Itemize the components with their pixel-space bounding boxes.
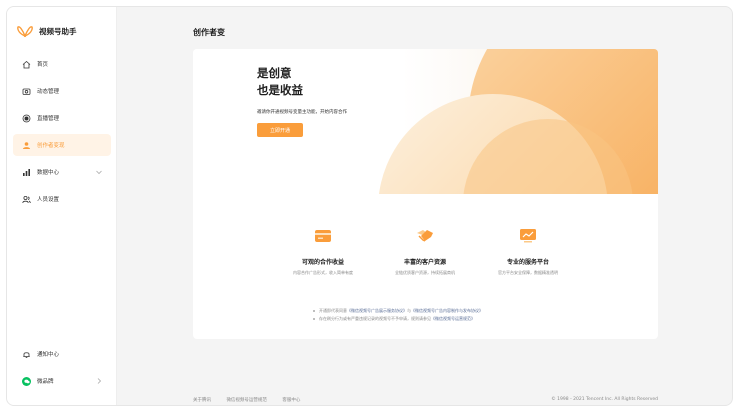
brand-name: 视频号助手 [39, 26, 77, 36]
home-icon [22, 60, 31, 69]
wechat-icon [22, 376, 31, 386]
footer: 关于腾讯 微信视频号运营规范 客服中心 © 1998 - 2021 Tencen… [193, 397, 658, 405]
hero-headline-2: 也是收益 [257, 83, 303, 97]
copyright: © 1998 - 2021 Tencent Inc. All Rights Re… [551, 397, 658, 402]
feature-desc: 官方平台安全保障，数据精准透明 [498, 270, 558, 275]
sidebar-item-notifications[interactable]: 通知中心 [13, 343, 111, 365]
page-title: 创作者变 [193, 28, 225, 37]
monetization-card: 是创意 也是收益 邀请你开通视频号变量主功能，开始内容合作 立即开通 可观的合作… [193, 49, 658, 339]
violation-note: 存在刷分行为或有严重违规记录的视频号不予申请，规则请参见《微信视频号运营规范》 [313, 315, 483, 323]
sidebar-item-brand-account[interactable]: 微品牌 [13, 370, 111, 392]
app-window: 视频号助手 首页 动态管理 直播管理 创作者变现 数据中心 人员设置 通知中心 … [6, 6, 733, 406]
chevron-down-icon[interactable] [95, 168, 103, 176]
sidebar-item-live[interactable]: 直播管理 [13, 107, 111, 129]
butterfly-logo-icon [17, 26, 33, 38]
hero-text: 是创意 也是收益 邀请你开通视频号变量主功能，开始内容合作 立即开通 [257, 65, 347, 137]
sidebar-item-people[interactable]: 人员设置 [13, 188, 111, 210]
handshake-icon [417, 230, 433, 242]
sidebar-item-label: 数据中心 [37, 170, 60, 176]
sidebar-item-label: 通知中心 [37, 352, 60, 358]
sidebar-bottom: 通知中心 微品牌 [13, 343, 111, 397]
feature-desc: 全链优质客户资源，持续拓展商机 [395, 270, 455, 275]
footer-link-rules[interactable]: 微信视频号运营规范 [226, 398, 267, 403]
sidebar-item-data[interactable]: 数据中心 [13, 161, 111, 183]
activate-button[interactable]: 立即开通 [257, 123, 303, 137]
hero-banner: 是创意 也是收益 邀请你开通视频号变量主功能，开始内容合作 立即开通 [193, 49, 658, 194]
live-dot-icon [22, 114, 31, 123]
sidebar-nav: 首页 动态管理 直播管理 创作者变现 数据中心 人员设置 [13, 53, 111, 215]
feature-title: 丰富的客户资源 [403, 259, 446, 266]
sidebar-item-label: 首页 [37, 62, 49, 68]
chevron-right-icon[interactable] [95, 377, 103, 385]
feature-item-clients: 丰富的客户资源 全链优质客户资源，持续拓展商机 [365, 227, 485, 276]
feature-list: 可观的合作收益 内容合作广告形式，收入简单有度 丰富的客户资源 全链优质客户资源… [193, 194, 658, 276]
bullet-icon [313, 310, 315, 312]
agreement-note: 开通即代表同意《微信视频号广告展示服务协议》与《微信视频号广告内容制作与发布协议… [313, 307, 483, 315]
people-icon [22, 195, 31, 204]
bullet-icon [313, 318, 315, 320]
sidebar-item-label: 人员设置 [37, 197, 60, 203]
sidebar-item-label: 动态管理 [37, 89, 60, 95]
agreement-notes: 开通即代表同意《微信视频号广告展示服务协议》与《微信视频号广告内容制作与发布协议… [313, 307, 483, 323]
ad-service-agreement-link[interactable]: 《微信视频号广告展示服务协议》 [347, 308, 407, 313]
camera-icon [22, 87, 31, 96]
sidebar-item-posts[interactable]: 动态管理 [13, 80, 111, 102]
operation-rules-link[interactable]: 《微信视频号运营规范》 [431, 316, 475, 321]
footer-link-about[interactable]: 关于腾讯 [193, 398, 211, 403]
card-icon [315, 230, 331, 242]
brand[interactable]: 视频号助手 [17, 21, 77, 41]
sidebar-item-creator[interactable]: 创作者变现 [13, 134, 111, 156]
sidebar-item-label: 微品牌 [37, 379, 54, 385]
footer-links: 关于腾讯 微信视频号运营规范 客服中心 [193, 397, 314, 403]
chart-screen-icon [520, 229, 536, 243]
bell-icon [22, 350, 31, 359]
feature-title: 专业的服务平台 [506, 259, 549, 266]
ad-content-agreement-link[interactable]: 《微信视频号广告内容制作与发布协议》 [411, 308, 483, 313]
sidebar: 视频号助手 首页 动态管理 直播管理 创作者变现 数据中心 人员设置 通知中心 … [7, 7, 117, 405]
main-content: 创作者变 是创意 也是收益 邀请你开通视频号变量主功能，开始内容合作 立即开通 … [117, 7, 732, 405]
hero-headline-1: 是创意 [257, 66, 292, 80]
footer-link-support[interactable]: 客服中心 [282, 398, 300, 403]
creator-icon [22, 141, 31, 150]
sidebar-item-home[interactable]: 首页 [13, 53, 111, 75]
sidebar-item-label: 创作者变现 [37, 143, 65, 149]
sidebar-item-label: 直播管理 [37, 116, 60, 122]
hero-description: 邀请你开通视频号变量主功能，开始内容合作 [257, 110, 347, 115]
feature-item-platform: 专业的服务平台 官方平台安全保障，数据精准透明 [468, 227, 588, 276]
bar-chart-icon [22, 168, 31, 177]
